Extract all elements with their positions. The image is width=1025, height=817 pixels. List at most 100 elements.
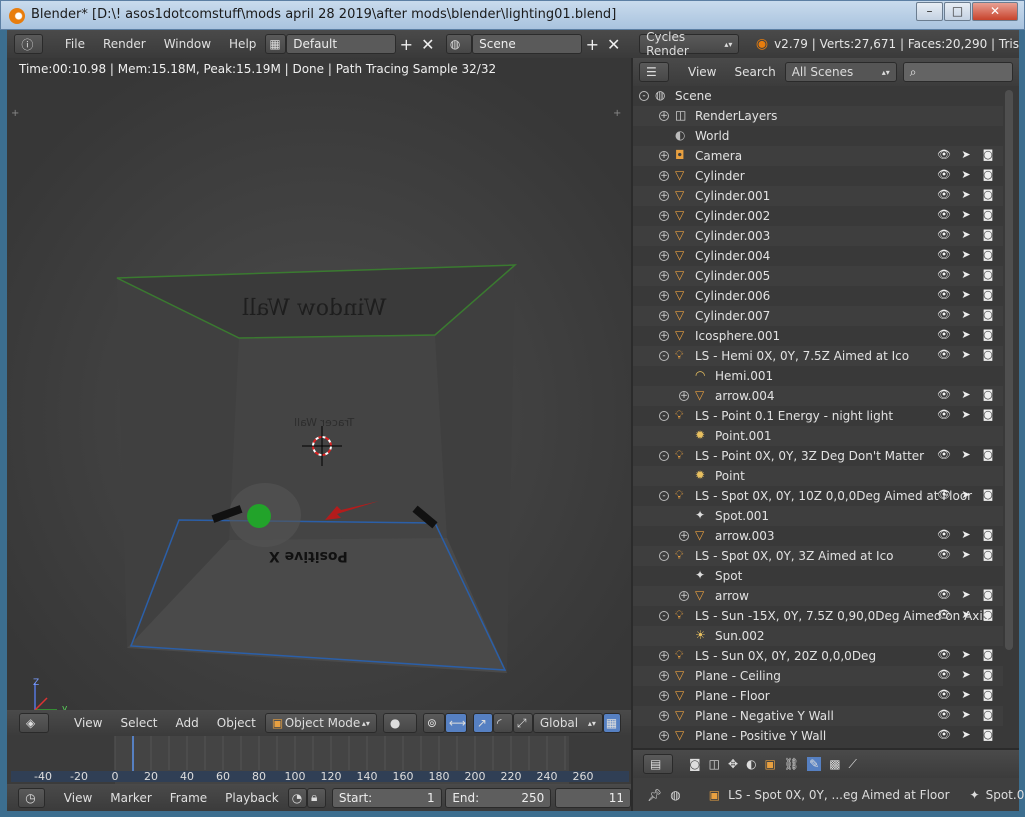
selectable-cursor-icon[interactable]: ➤ xyxy=(959,208,973,221)
close-button[interactable]: ✕ xyxy=(972,2,1018,21)
selectable-cursor-icon[interactable]: ➤ xyxy=(959,728,973,741)
expand-toggle-icon[interactable]: + xyxy=(679,531,689,541)
menu-object[interactable]: Object xyxy=(208,716,265,730)
render-engine-dropdown[interactable]: Cycles Render ▴▾ xyxy=(639,30,740,58)
selectable-cursor-icon[interactable]: ➤ xyxy=(959,288,973,301)
visibility-eye-icon[interactable]: 👁︎ xyxy=(937,168,951,181)
visibility-eye-icon[interactable]: 👁︎ xyxy=(937,668,951,681)
visibility-eye-icon[interactable]: 👁︎ xyxy=(937,148,951,161)
timeline-area[interactable]: -40 -20 0 20 40 60 80 100 120 140 160 180 200 220 240 2… xyxy=(7,736,631,784)
selectable-cursor-icon[interactable]: ➤ xyxy=(959,348,973,361)
outliner[interactable]: ☰ View Search All Scenes ▴▾ ⌕ - ◍ Scene + ◫ R… xyxy=(633,58,1019,748)
visibility-eye-icon[interactable]: 👁︎ xyxy=(937,308,951,321)
outliner-row[interactable]: - 💡︎ LS - Sun -15X, 0Y, 7.5Z 0,90,0Deg Aim… xyxy=(633,606,1003,626)
area-corner-icon[interactable]: + xyxy=(11,108,19,119)
expand-toggle-icon[interactable]: + xyxy=(659,111,669,121)
renderable-camera-icon[interactable]: ◙ xyxy=(981,548,995,561)
visibility-eye-icon[interactable]: 👁︎ xyxy=(937,388,951,401)
expand-toggle-icon[interactable]: + xyxy=(659,691,669,701)
outliner-row[interactable]: + ◫ RenderLayers xyxy=(633,106,1003,126)
renderable-camera-icon[interactable]: ◙ xyxy=(981,668,995,681)
selectable-cursor-icon[interactable]: ➤ xyxy=(959,608,973,621)
menu-frame[interactable]: Frame xyxy=(161,791,216,805)
expand-toggle-icon[interactable]: + xyxy=(659,191,669,201)
menu-view[interactable]: View xyxy=(679,65,725,79)
expand-toggle-icon[interactable]: + xyxy=(659,251,669,261)
menu-view[interactable]: View xyxy=(65,716,111,730)
visibility-eye-icon[interactable]: 👁︎ xyxy=(937,348,951,361)
visibility-eye-icon[interactable]: 👁︎ xyxy=(937,728,951,741)
current-frame-field[interactable]: 11 xyxy=(555,787,631,808)
outliner-row[interactable]: - 💡︎ LS - Hemi 0X, 0Y, 7.5Z Aimed at Ico 👁︎… xyxy=(633,346,1003,366)
expand-toggle-icon[interactable]: - xyxy=(659,451,669,461)
outliner-row[interactable]: ☀ Sun.002 xyxy=(633,626,1003,646)
editor-type-button[interactable]: ◷ xyxy=(18,787,46,808)
display-mode-dropdown[interactable]: All Scenes ▴▾ xyxy=(784,62,897,82)
visibility-eye-icon[interactable]: 👁︎ xyxy=(937,448,951,461)
delete-layout-icon[interactable]: ✕ xyxy=(417,35,438,54)
selectable-cursor-icon[interactable]: ➤ xyxy=(959,708,973,721)
orientation-dropdown[interactable]: Global ▴▾ xyxy=(532,713,603,733)
expand-toggle-icon[interactable]: + xyxy=(659,151,669,161)
renderable-camera-icon[interactable]: ◙ xyxy=(981,328,995,341)
selectable-cursor-icon[interactable]: ➤ xyxy=(959,648,973,661)
shading-dropdown[interactable]: ● xyxy=(382,713,417,733)
outliner-row[interactable]: - 💡︎ LS - Point 0.1 Energy - night light 👁︎… xyxy=(633,406,1003,426)
constraint-tab-icon[interactable]: ⛓ xyxy=(784,757,799,771)
screen-layout-field[interactable]: Default xyxy=(286,34,396,54)
scene-icon[interactable]: ◍ xyxy=(445,34,473,54)
renderable-camera-icon[interactable]: ◙ xyxy=(981,248,995,261)
outliner-row[interactable]: + ▽ arrow.004 👁︎ ➤ ◙ xyxy=(633,386,1003,406)
renderable-camera-icon[interactable]: ◙ xyxy=(981,348,995,361)
end-frame-field[interactable]: End: 250 xyxy=(445,787,552,808)
renderable-camera-icon[interactable]: ◙ xyxy=(981,408,995,421)
menu-render[interactable]: Render xyxy=(94,37,155,51)
outliner-row[interactable]: ✹ Point.001 xyxy=(633,426,1003,446)
outliner-row[interactable]: - 💡︎ LS - Spot 0X, 0Y, 3Z Aimed at Ico 👁︎ ➤ ◙ xyxy=(633,546,1003,566)
editor-type-button[interactable]: ⓘ xyxy=(14,34,44,54)
expand-toggle-icon[interactable]: - xyxy=(659,611,669,621)
renderable-camera-icon[interactable]: ◙ xyxy=(981,268,995,281)
object-tab-icon[interactable]: ▣ xyxy=(765,757,776,771)
outliner-row[interactable]: + ▽ Cylinder.007 👁︎ ➤ ◙ xyxy=(633,306,1003,326)
expand-toggle-icon[interactable]: + xyxy=(659,171,669,181)
editor-type-button[interactable]: ◈ xyxy=(19,713,49,733)
menu-marker[interactable]: Marker xyxy=(101,791,160,805)
expand-toggle-icon[interactable]: - xyxy=(659,551,669,561)
renderable-camera-icon[interactable]: ◙ xyxy=(981,288,995,301)
add-scene-icon[interactable]: + xyxy=(582,35,603,54)
renderable-camera-icon[interactable]: ◙ xyxy=(981,608,995,621)
renderable-camera-icon[interactable]: ◙ xyxy=(981,168,995,181)
expand-toggle-icon[interactable]: + xyxy=(659,271,669,281)
selectable-cursor-icon[interactable]: ➤ xyxy=(959,168,973,181)
pivot-icon[interactable]: ⊚ xyxy=(422,713,445,733)
visibility-eye-icon[interactable]: 👁︎ xyxy=(937,228,951,241)
renderable-camera-icon[interactable]: ◙ xyxy=(981,688,995,701)
renderable-camera-icon[interactable]: ◙ xyxy=(981,188,995,201)
selectable-cursor-icon[interactable]: ➤ xyxy=(959,688,973,701)
minimize-button[interactable]: – xyxy=(916,2,943,21)
rotate-manipulator-icon[interactable]: ◜ xyxy=(492,713,513,733)
expand-toggle-icon[interactable]: + xyxy=(659,731,669,741)
outliner-row[interactable]: + ▽ Cylinder.003 👁︎ ➤ ◙ xyxy=(633,226,1003,246)
visibility-eye-icon[interactable]: 👁︎ xyxy=(937,248,951,261)
layers-icon[interactable]: ▦ xyxy=(602,713,621,733)
menu-help[interactable]: Help xyxy=(220,37,265,51)
delete-scene-icon[interactable]: ✕ xyxy=(603,35,624,54)
start-frame-field[interactable]: Start: 1 xyxy=(331,787,442,808)
renderable-camera-icon[interactable]: ◙ xyxy=(981,228,995,241)
expand-toggle-icon[interactable]: + xyxy=(659,651,669,661)
visibility-eye-icon[interactable]: 👁︎ xyxy=(937,268,951,281)
menu-view[interactable]: View xyxy=(55,791,101,805)
outliner-row[interactable]: + ▽ Cylinder.001 👁︎ ➤ ◙ xyxy=(633,186,1003,206)
outliner-row[interactable]: + ▽ arrow.003 👁︎ ➤ ◙ xyxy=(633,526,1003,546)
outliner-row[interactable]: + 💡︎ LS - Sun 0X, 0Y, 20Z 0,0,0Deg 👁︎ ➤ ◙ xyxy=(633,646,1003,666)
maximize-button[interactable]: □ xyxy=(944,2,971,21)
outliner-row[interactable]: + ▽ Cylinder.005 👁︎ ➤ ◙ xyxy=(633,266,1003,286)
visibility-eye-icon[interactable]: 👁︎ xyxy=(937,708,951,721)
outliner-row[interactable]: ✦ Spot.001 xyxy=(633,506,1003,526)
renderable-camera-icon[interactable]: ◙ xyxy=(981,208,995,221)
scene-tab-icon[interactable]: ✥ xyxy=(728,757,738,771)
selectable-cursor-icon[interactable]: ➤ xyxy=(959,488,973,501)
visibility-eye-icon[interactable]: 👁︎ xyxy=(937,688,951,701)
